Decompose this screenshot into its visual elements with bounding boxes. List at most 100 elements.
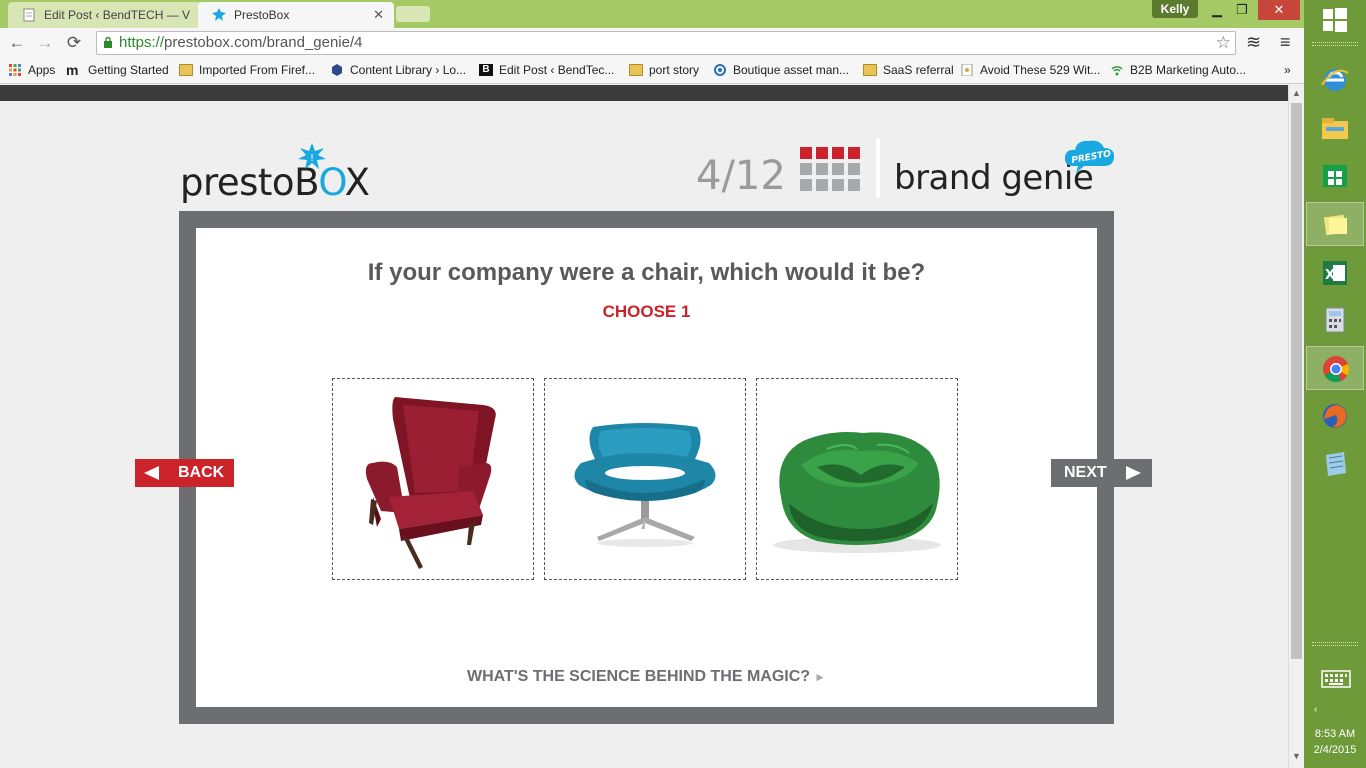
back-button-label: BACK: [178, 464, 225, 481]
page-scrollbar[interactable]: ▲ ▼: [1288, 85, 1304, 768]
close-window-icon[interactable]: ✕: [1258, 0, 1300, 20]
bookmark-label: SaaS referral: [883, 63, 954, 77]
url-path: prestobox.com/brand_genie/4: [164, 34, 363, 51]
bookmark-label: Getting Started: [88, 63, 169, 77]
bookmark-label: Edit Post ‹ BendTec...: [499, 63, 615, 77]
bookmark-boutique-asset[interactable]: Boutique asset man...: [713, 63, 849, 77]
progress-cell: [800, 179, 812, 191]
taskbar-grip: [1312, 642, 1358, 646]
reload-icon[interactable]: ⟳: [63, 33, 85, 53]
bookmark-label: port story: [649, 63, 700, 77]
presto-cloud-icon: PRESTO: [1064, 140, 1115, 173]
firefox-icon[interactable]: [1306, 394, 1364, 438]
touch-keyboard-icon[interactable]: [1321, 670, 1351, 688]
notepad-icon[interactable]: [1306, 442, 1364, 486]
science-link[interactable]: WHAT'S THE SCIENCE BEHIND THE MAGIC? ►: [196, 668, 1097, 686]
next-button[interactable]: NEXT: [1051, 459, 1152, 487]
header-divider: [876, 138, 880, 198]
bookmark-label: Apps: [28, 63, 56, 77]
progress-cell: [848, 147, 860, 159]
browser-titlebar: Edit Post ‹ BendTECH — V PrestoBox ✕ Kel…: [0, 0, 1304, 28]
bookmark-getting-started[interactable]: m Getting Started: [66, 63, 169, 77]
folder-icon: [629, 64, 643, 76]
taskbar-clock[interactable]: 8:53 AM 2/4/2015: [1304, 726, 1366, 758]
bookmark-avoid-529[interactable]: Avoid These 529 Wit...: [960, 63, 1100, 77]
excel-icon[interactable]: X: [1306, 250, 1364, 294]
next-button-label: NEXT: [1064, 464, 1107, 481]
svg-text:X: X: [1325, 268, 1335, 283]
bookmark-label: Imported From Firef...: [199, 63, 316, 77]
notification-chevron-icon[interactable]: ‹: [1314, 704, 1317, 715]
chrome-icon[interactable]: [1306, 346, 1364, 390]
restore-icon[interactable]: ❐: [1228, 0, 1256, 20]
signal-icon: [1111, 66, 1123, 76]
prestobox-favicon-icon: [212, 8, 226, 21]
quiz-question: If your company were a chair, which woul…: [367, 259, 926, 286]
option-blue-swivel-chair[interactable]: [544, 378, 746, 580]
bookmarks-overflow-button[interactable]: »: [1284, 63, 1291, 77]
swirl-icon: [714, 64, 726, 76]
tab-label: Edit Post ‹ BendTECH — V: [44, 8, 191, 22]
bookmark-b2b-marketing[interactable]: B2B Marketing Auto...: [1110, 63, 1246, 77]
left-triangle-icon: [144, 466, 159, 480]
progress-cell: [832, 147, 844, 159]
folder-icon: [179, 64, 193, 76]
red-armchair-image: [365, 397, 496, 569]
profile-badge[interactable]: Kelly: [1152, 0, 1198, 18]
tab-edit-post[interactable]: Edit Post ‹ BendTECH — V: [8, 2, 202, 28]
progress-grid-icon: [800, 147, 860, 191]
b-logo-icon: B: [479, 64, 493, 76]
tab-prestobox[interactable]: PrestoBox ✕: [198, 2, 394, 28]
m-logo-icon: m: [66, 62, 79, 78]
close-tab-icon[interactable]: ✕: [373, 7, 384, 23]
scroll-up-arrow-icon[interactable]: ▲: [1292, 88, 1301, 98]
option-red-armchair[interactable]: [332, 378, 534, 580]
lock-icon: [104, 37, 112, 48]
play-arrow-icon: ►: [814, 670, 826, 684]
forward-arrow-icon[interactable]: →: [34, 33, 56, 53]
prestobox-logo[interactable]: prestoBOX: [180, 161, 370, 204]
option-green-bean-bag[interactable]: [756, 378, 958, 580]
minimize-icon[interactable]: ▁: [1203, 0, 1231, 20]
layers-extension-icon[interactable]: ≋: [1246, 32, 1261, 53]
bookmark-saas-referral[interactable]: SaaS referral: [863, 63, 954, 77]
browser-toolbar: ← → ⟳ https://prestobox.com/brand_genie/…: [0, 28, 1304, 58]
calculator-icon[interactable]: [1306, 298, 1364, 342]
sticky-notes-icon[interactable]: [1306, 202, 1364, 246]
progress-cell: [800, 147, 812, 159]
new-tab-button[interactable]: [396, 6, 430, 22]
site-top-bar: [0, 85, 1288, 101]
windows-taskbar: X ‹: [1304, 0, 1366, 768]
scrollbar-thumb[interactable]: [1291, 103, 1302, 659]
blue-swivel-chair-image: [574, 423, 716, 547]
bookmark-imported-from-firefox[interactable]: Imported From Firef...: [179, 63, 315, 77]
bookmark-star-icon[interactable]: ☆: [1216, 32, 1231, 54]
bookmark-port-story[interactable]: port story: [629, 63, 699, 77]
back-button[interactable]: BACK: [135, 459, 234, 487]
clock-date: 2/4/2015: [1313, 744, 1357, 756]
bookmark-label: Boutique asset man...: [733, 63, 850, 77]
internet-explorer-icon[interactable]: [1306, 58, 1364, 102]
windows-store-icon[interactable]: [1306, 152, 1364, 196]
progress-cell: [832, 163, 844, 175]
windows-start-icon[interactable]: [1323, 8, 1347, 32]
bookmark-label: Content Library › Lo...: [350, 63, 467, 77]
menu-icon[interactable]: ≡: [1280, 32, 1291, 53]
quiz-instruction: CHOOSE 1: [602, 302, 691, 321]
bookmark-content-library[interactable]: Content Library › Lo...: [330, 63, 466, 77]
apps-grid-icon: [9, 64, 21, 76]
back-arrow-icon[interactable]: ←: [6, 33, 28, 53]
tab-label: PrestoBox: [234, 8, 290, 22]
file-explorer-icon[interactable]: [1306, 106, 1364, 150]
progress-cell: [832, 179, 844, 191]
logo-burst-icon: !: [298, 143, 326, 169]
green-bean-bag-image: [773, 432, 941, 553]
bookmark-label: Avoid These 529 Wit...: [980, 63, 1101, 77]
taskbar-grip: [1312, 42, 1358, 46]
bookmark-apps[interactable]: Apps: [8, 63, 55, 77]
url-scheme: https://: [119, 34, 165, 51]
address-bar[interactable]: https://prestobox.com/brand_genie/4 ☆: [96, 31, 1236, 55]
bookmark-edit-post[interactable]: B Edit Post ‹ BendTec...: [479, 63, 614, 77]
scroll-down-arrow-icon[interactable]: ▼: [1292, 751, 1301, 761]
science-link-text: WHAT'S THE SCIENCE BEHIND THE MAGIC?: [467, 668, 811, 685]
